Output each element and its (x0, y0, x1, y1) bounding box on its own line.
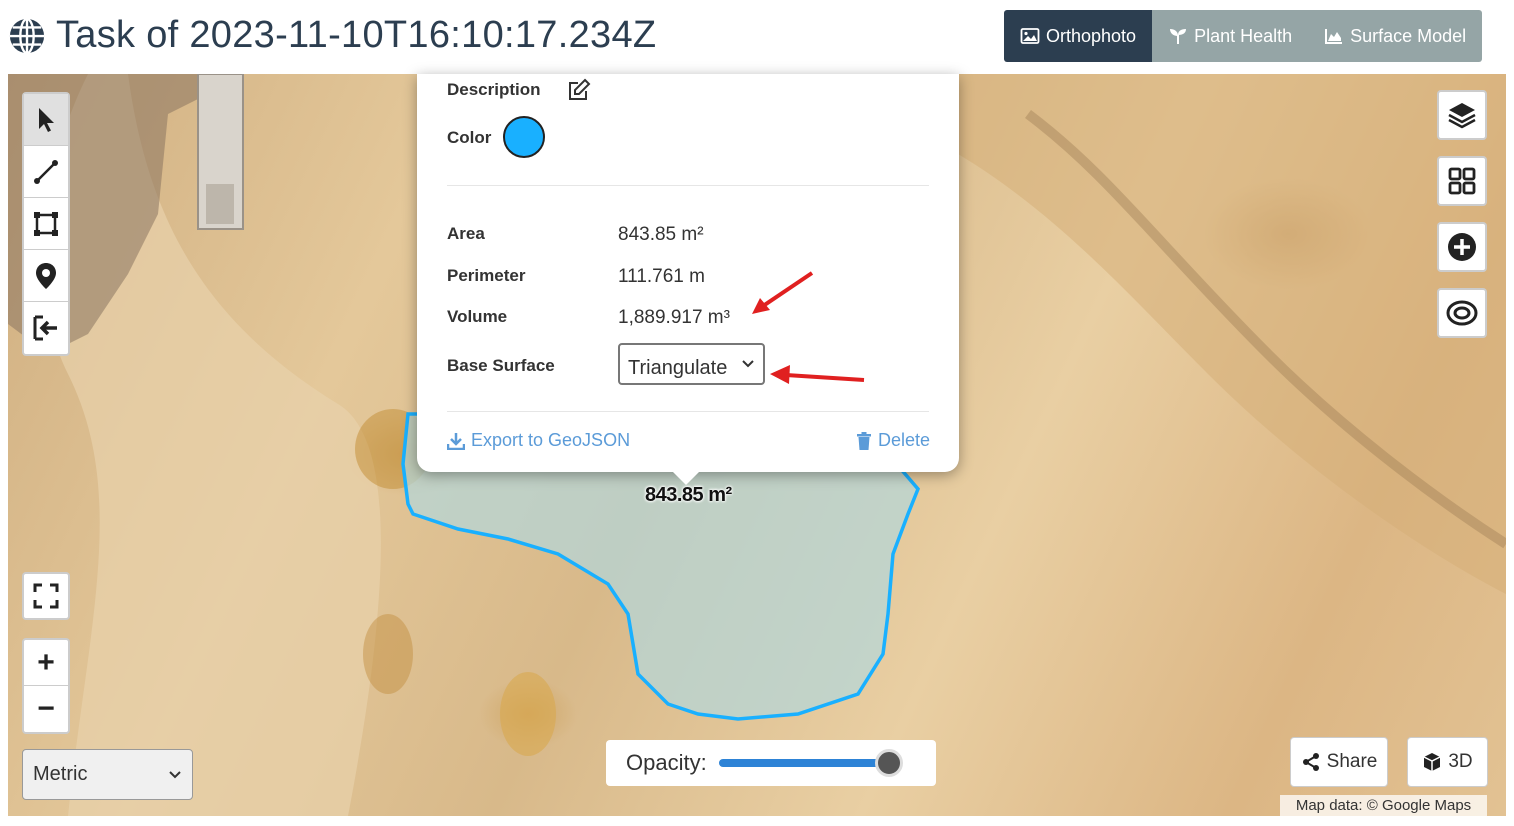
select-tool-button[interactable] (24, 94, 68, 146)
color-label: Color (447, 128, 492, 147)
area-value: 843.85 m² (618, 224, 704, 245)
tab-orthophoto[interactable]: Orthophoto (1004, 10, 1153, 62)
tab-plant-health[interactable]: Plant Health (1152, 10, 1309, 62)
3d-button[interactable]: 3D (1407, 737, 1488, 787)
perimeter-value: 111.761 m (618, 266, 705, 287)
base-surface-value: Triangulate (628, 356, 728, 379)
chevron-down-icon (169, 770, 181, 778)
tab-plant-health-label: Plant Health (1194, 25, 1293, 46)
description-label: Description (447, 80, 541, 99)
opacity-slider[interactable] (718, 749, 903, 777)
annotation-arrow-icon (770, 365, 865, 384)
zoom-in-button[interactable]: + (24, 640, 68, 686)
eye-ring-icon (1446, 300, 1478, 326)
trash-icon (857, 431, 871, 450)
task-title: Task of 2023-11-10T16:10:17.234Z (56, 14, 657, 56)
perimeter-label: Perimeter (447, 266, 526, 285)
divider (447, 185, 929, 186)
line-icon (34, 159, 58, 184)
chevron-down-icon (742, 360, 754, 368)
import-button[interactable] (24, 302, 68, 354)
map-marker-icon (36, 262, 56, 289)
units-select[interactable]: Metric (22, 749, 193, 800)
volume-label: Volume (447, 307, 508, 326)
zoom-out-button[interactable]: − (24, 686, 68, 732)
fullscreen-button[interactable] (22, 572, 70, 620)
base-surface-select[interactable]: Triangulate (618, 343, 765, 385)
delete-label: Delete (878, 430, 931, 450)
expand-icon (33, 583, 59, 609)
units-value: Metric (33, 763, 88, 785)
globe-icon (9, 17, 45, 54)
draw-marker-button[interactable] (24, 250, 68, 302)
tab-surface-model-label: Surface Model (1350, 25, 1467, 46)
grid-button[interactable] (1437, 156, 1487, 206)
layers-icon (1448, 103, 1476, 129)
plus-circle-icon (1448, 233, 1476, 261)
area-label: Area (447, 224, 485, 243)
share-button[interactable]: Share (1290, 737, 1388, 787)
overlay-toggle-button[interactable] (1437, 288, 1487, 338)
sign-in-icon (33, 315, 57, 341)
opacity-label: Opacity: (626, 750, 707, 775)
volume-value: 1,889.917 m³ (618, 307, 730, 328)
draw-toolbar (22, 92, 70, 356)
zoom-control: + − (22, 638, 70, 734)
page-title: Task of 2023-11-10T16:10:17.234Z (8, 14, 656, 57)
export-geojson-link[interactable]: Export to GeoJSON (447, 430, 630, 451)
tab-surface-model[interactable]: Surface Model (1308, 10, 1483, 62)
color-swatch[interactable] (503, 116, 545, 158)
share-label: Share (1326, 751, 1378, 772)
download-icon (447, 432, 465, 450)
export-label: Export to GeoJSON (471, 430, 631, 450)
add-layer-button[interactable] (1437, 222, 1487, 272)
annotation-arrow-icon (752, 271, 814, 314)
share-icon (1302, 753, 1319, 771)
popup-tip (672, 471, 700, 485)
3d-label: 3D (1448, 751, 1473, 772)
view-tabs: Orthophoto Plant Health Surface Model (1004, 10, 1483, 62)
image-icon (1020, 28, 1040, 44)
opacity-slider-thumb[interactable] (874, 749, 903, 777)
header: Task of 2023-11-10T16:10:17.234Z Orthoph… (0, 0, 1514, 74)
layers-button[interactable] (1437, 90, 1487, 140)
polygon-icon (34, 211, 58, 236)
chart-area-icon (1325, 29, 1343, 44)
draw-polygon-button[interactable] (24, 198, 68, 250)
seedling-icon (1170, 29, 1187, 44)
delete-link[interactable]: Delete (856, 430, 930, 451)
draw-line-button[interactable] (24, 146, 68, 198)
tab-orthophoto-label: Orthophoto (1046, 25, 1137, 46)
opacity-control: Opacity: (606, 740, 936, 786)
polygon-area-label: 843.85 m² (645, 484, 732, 506)
map-attribution: Map data: © Google Maps (1280, 795, 1487, 816)
divider (447, 411, 929, 412)
edit-icon[interactable] (567, 78, 591, 102)
base-surface-label: Base Surface (447, 356, 555, 375)
pointer-icon (39, 107, 54, 132)
cube-icon (1424, 753, 1441, 771)
grid-icon (1448, 167, 1476, 195)
